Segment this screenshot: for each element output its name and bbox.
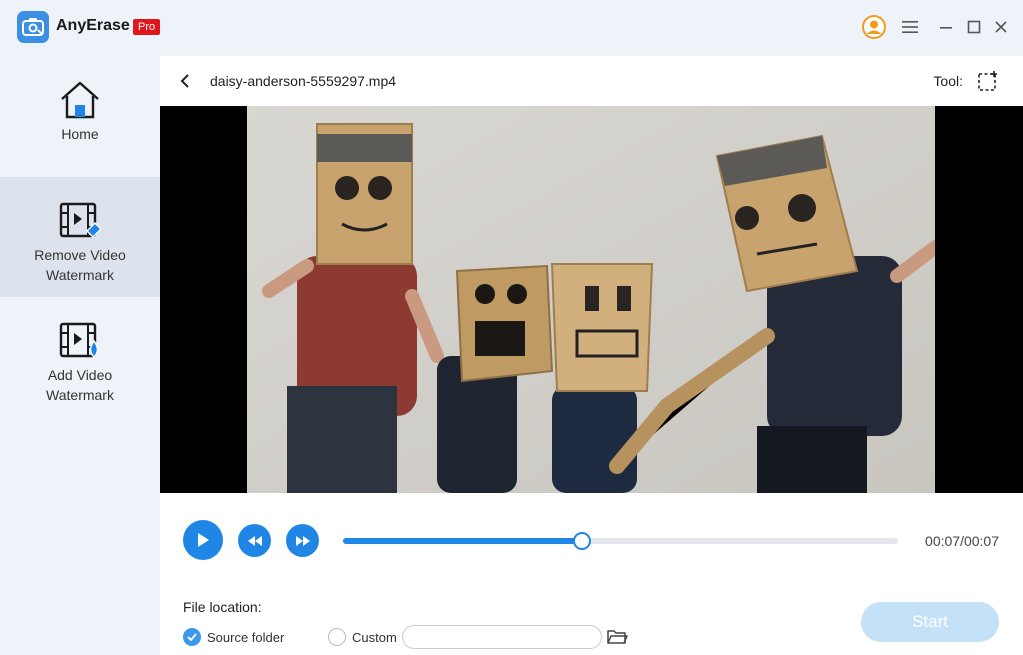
file-location-label: File location: (183, 599, 262, 615)
time-display: 00:07/00:07 (925, 533, 999, 549)
source-folder-label: Source folder (207, 629, 285, 645)
rewind-icon (247, 535, 262, 546)
custom-folder-option[interactable]: Custom (328, 627, 397, 647)
custom-path-input[interactable] (402, 625, 602, 649)
source-folder-radio[interactable] (183, 628, 201, 646)
user-avatar-icon (862, 15, 886, 39)
play-button[interactable] (183, 520, 223, 560)
camera-logo-icon (22, 18, 44, 36)
sidebar-item-remove-video-watermark[interactable]: Remove Video Watermark (0, 177, 160, 297)
start-button[interactable]: Start (861, 602, 999, 642)
close-icon (995, 21, 1007, 33)
menu-icon (902, 21, 918, 33)
sidebar-item-label: Add Video Watermark (46, 367, 114, 403)
check-icon (187, 633, 197, 641)
tool-label: Tool: (933, 73, 963, 89)
remove-watermark-icon (59, 202, 101, 239)
sidebar-item-label: Remove Video Watermark (34, 247, 126, 283)
video-preview[interactable] (160, 106, 1023, 493)
chevron-left-icon (180, 74, 189, 88)
progress-slider[interactable] (343, 532, 898, 550)
progress-fill (343, 538, 582, 544)
pro-badge: Pro (133, 19, 161, 35)
fast-forward-button[interactable] (286, 524, 319, 557)
sidebar-item-add-video-watermark[interactable]: Add Video Watermark (0, 297, 160, 417)
editor-panel: daisy-anderson-5559297.mp4 Tool: 00:07/0… (160, 56, 1023, 655)
home-icon (61, 81, 99, 119)
close-button[interactable] (988, 14, 1014, 40)
play-icon (198, 533, 209, 547)
minimize-button[interactable] (933, 14, 959, 40)
add-watermark-icon (59, 322, 99, 359)
editor-top-bar: daisy-anderson-5559297.mp4 Tool: (160, 56, 1023, 106)
app-name: AnyErase (56, 17, 130, 34)
file-name: daisy-anderson-5559297.mp4 (210, 73, 397, 89)
selection-rectangle-icon[interactable] (977, 70, 999, 92)
title-bar: AnyErase Pro (0, 0, 1023, 56)
sidebar-item-home[interactable]: Home (0, 56, 160, 176)
user-avatar-button[interactable] (861, 14, 887, 40)
maximize-button[interactable] (961, 14, 987, 40)
rewind-button[interactable] (238, 524, 271, 557)
sidebar-item-label: Home (61, 126, 99, 142)
fast-forward-icon (295, 535, 310, 546)
folder-icon[interactable] (606, 627, 628, 647)
back-button[interactable] (174, 69, 196, 93)
custom-folder-radio[interactable] (328, 628, 346, 646)
playback-controls: 00:07/00:07 (160, 493, 1023, 593)
source-folder-option[interactable]: Source folder (183, 627, 284, 647)
custom-folder-label: Custom (352, 629, 397, 645)
video-frame (247, 106, 935, 493)
app-logo (17, 11, 49, 43)
menu-button[interactable] (897, 14, 923, 40)
progress-knob[interactable] (572, 532, 591, 550)
sidebar: Home Remove Video Watermark Add Video Wa… (0, 56, 160, 655)
minimize-icon (940, 27, 952, 29)
maximize-icon (967, 20, 981, 34)
